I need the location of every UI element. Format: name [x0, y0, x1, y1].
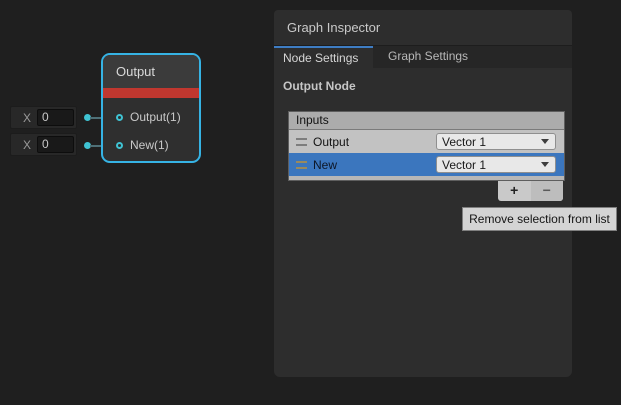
drag-handle-icon[interactable]	[296, 138, 307, 146]
list-footer	[289, 176, 564, 180]
shader-graph-window: X 0 X 0 Output Output(1) New(1) Graph In…	[0, 0, 621, 405]
node-title: Output	[103, 55, 199, 88]
inspector-tabbar: Node Settings Graph Settings	[274, 46, 572, 68]
chevron-down-icon	[541, 162, 549, 167]
inputs-reorderable-list: Inputs Output Vector 1 New Vector 1	[288, 111, 565, 181]
tooltip: Remove selection from list	[462, 207, 617, 231]
row-label: Output	[313, 135, 349, 149]
port-label: Output(1)	[130, 110, 181, 124]
list-row-output[interactable]: Output Vector 1	[289, 130, 564, 153]
port-default-input-output: X 0	[10, 106, 77, 129]
tab-node-settings[interactable]: Node Settings	[274, 46, 373, 68]
port-circle-icon[interactable]	[116, 142, 123, 149]
graph-inspector-panel: Graph Inspector Node Settings Graph Sett…	[274, 10, 572, 377]
tab-graph-settings[interactable]: Graph Settings	[373, 46, 483, 68]
output-node[interactable]: Output Output(1) New(1)	[101, 53, 201, 163]
port-value-field[interactable]: 0	[37, 109, 74, 126]
port-label: New(1)	[130, 138, 169, 152]
port-default-input-new: X 0	[10, 133, 77, 156]
list-row-new[interactable]: New Vector 1	[289, 153, 564, 176]
dropdown-value: Vector 1	[442, 158, 541, 172]
port-value-field[interactable]: 0	[37, 136, 74, 153]
panel-title: Graph Inspector	[274, 10, 572, 46]
remove-button[interactable]: −	[531, 181, 564, 201]
type-dropdown[interactable]: Vector 1	[436, 156, 556, 173]
port-circle-icon[interactable]	[116, 114, 123, 121]
type-dropdown[interactable]: Vector 1	[436, 133, 556, 150]
chevron-down-icon	[541, 139, 549, 144]
port-row-output: Output(1)	[103, 103, 199, 131]
inputs-list-header: Inputs	[289, 112, 564, 130]
row-label: New	[313, 158, 337, 172]
node-body: Output(1) New(1)	[103, 98, 199, 159]
port-row-new: New(1)	[103, 131, 199, 159]
dropdown-value: Vector 1	[442, 135, 541, 149]
list-add-remove-buttons: + −	[498, 181, 563, 201]
section-title: Output Node	[283, 79, 572, 93]
axis-x-label: X	[23, 138, 31, 152]
axis-x-label: X	[23, 111, 31, 125]
add-button[interactable]: +	[498, 181, 531, 201]
drag-handle-icon[interactable]	[296, 161, 307, 169]
node-colorbar	[103, 88, 199, 98]
